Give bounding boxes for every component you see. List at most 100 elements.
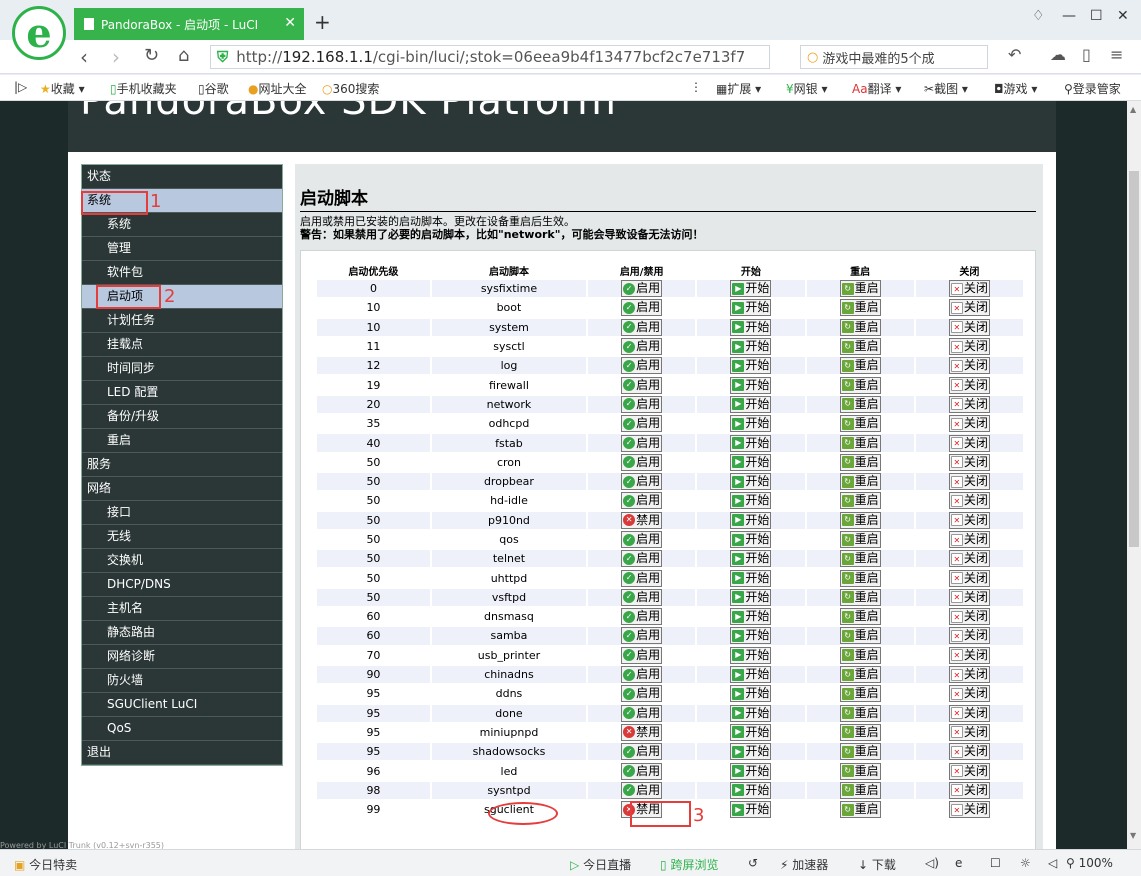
status-zoom[interactable]: ⚲ 100% [1066,856,1113,870]
restart-button[interactable]: ↻ 重启 [839,781,881,799]
start-button[interactable]: ▶ 开始 [730,781,772,799]
start-button[interactable]: ▶ 开始 [730,511,772,529]
start-button[interactable]: ▶ 开始 [730,550,772,568]
restart-button[interactable]: ↻ 重启 [839,704,881,722]
ext-bank[interactable]: ¥网银 ▾ [786,80,828,97]
stop-button[interactable]: ✕ 关闭 [948,723,990,741]
enable-button[interactable]: ✓ 启用 [621,704,663,722]
sidebar-item-19[interactable]: 静态路由 [82,621,282,645]
start-button[interactable]: ▶ 开始 [730,357,772,375]
enable-button[interactable]: ✓ 启用 [621,588,663,606]
restart-button[interactable]: ↻ 重启 [839,511,881,529]
restart-button[interactable]: ↻ 重启 [839,762,881,780]
restart-button[interactable]: ↻ 重启 [839,666,881,684]
bookmark-360search[interactable]: ○360搜索 [322,80,379,97]
cloud-icon[interactable]: ☁ [1050,45,1066,64]
sidebar-item-24[interactable]: 退出 [82,741,282,765]
restart-button[interactable]: ↻ 重启 [839,685,881,703]
stop-button[interactable]: ✕ 关闭 [948,376,990,394]
start-button[interactable]: ▶ 开始 [730,492,772,510]
enable-button[interactable]: ✓ 启用 [621,473,663,491]
restart-button[interactable]: ↻ 重启 [839,299,881,317]
stop-button[interactable]: ✕ 关闭 [948,781,990,799]
sidebar-item-3[interactable]: 管理 [82,237,282,261]
enable-button[interactable]: ✓ 启用 [621,666,663,684]
start-button[interactable]: ▶ 开始 [730,338,772,356]
stop-button[interactable]: ✕ 关闭 [948,685,990,703]
sidebar-item-2[interactable]: 系统 [82,213,282,237]
enable-button[interactable]: ✓ 启用 [621,743,663,761]
restart-button[interactable]: ↻ 重启 [839,492,881,510]
start-button[interactable]: ▶ 开始 [730,473,772,491]
enable-button[interactable]: ✓ 启用 [621,781,663,799]
status-mute-icon[interactable]: ◁ [1048,856,1057,870]
restart-button[interactable]: ↻ 重启 [839,569,881,587]
sidebar-item-10[interactable]: 备份/升级 [82,405,282,429]
start-button[interactable]: ▶ 开始 [730,743,772,761]
enable-button[interactable]: ✓ 启用 [621,685,663,703]
start-button[interactable]: ▶ 开始 [730,569,772,587]
ext-login[interactable]: ⚲登录管家 [1064,80,1121,97]
ext-translate[interactable]: Aa翻译 ▾ [852,80,901,97]
refresh-icon[interactable]: ↻ [144,45,159,66]
start-button[interactable]: ▶ 开始 [730,434,772,452]
stop-button[interactable]: ✕ 关闭 [948,492,990,510]
today-deals[interactable]: ▣ 今日特卖 [14,856,77,873]
restart-button[interactable]: ↻ 重启 [839,318,881,336]
stop-button[interactable]: ✕ 关闭 [948,762,990,780]
enable-button[interactable]: ✓ 启用 [621,531,663,548]
start-button[interactable]: ▶ 开始 [730,608,772,626]
status-history-icon[interactable]: ↺ [748,856,758,870]
restart-button[interactable]: ↻ 重启 [839,627,881,645]
stop-button[interactable]: ✕ 关闭 [948,357,990,375]
start-button[interactable]: ▶ 开始 [730,299,772,317]
stop-button[interactable]: ✕ 关闭 [948,704,990,722]
bookmark-google[interactable]: ▯谷歌 [198,80,229,97]
sidebar-item-15[interactable]: 无线 [82,525,282,549]
sidebar-item-20[interactable]: 网络诊断 [82,645,282,669]
start-button[interactable]: ▶ 开始 [730,376,772,394]
stop-button[interactable]: ✕ 关闭 [948,395,990,413]
enable-button[interactable]: ✓ 启用 [621,357,663,375]
stop-button[interactable]: ✕ 关闭 [948,338,990,356]
enable-button[interactable]: ✓ 启用 [621,280,663,298]
restart-button[interactable]: ↻ 重启 [839,357,881,375]
status-crossscreen[interactable]: ▯ 跨屏浏览 [660,856,718,873]
restart-button[interactable]: ↻ 重启 [839,376,881,394]
bookmark-favorites[interactable]: ★收藏 ▾ [40,80,85,97]
stop-button[interactable]: ✕ 关闭 [948,801,990,819]
restart-button[interactable]: ↻ 重启 [839,434,881,452]
menu-icon[interactable]: ≡ [1110,45,1123,64]
status-ie-icon[interactable]: e [955,856,962,870]
sidebar-item-17[interactable]: DHCP/DNS [82,573,282,597]
enable-button[interactable]: ✓ 启用 [621,338,663,356]
enable-button[interactable]: ✓ 启用 [621,395,663,413]
restart-button[interactable]: ↻ 重启 [839,531,881,548]
restart-button[interactable]: ↻ 重启 [839,395,881,413]
enable-button[interactable]: ✓ 启用 [621,376,663,394]
start-button[interactable]: ▶ 开始 [730,723,772,741]
start-button[interactable]: ▶ 开始 [730,280,772,298]
sidebar-item-11[interactable]: 重启 [82,429,282,453]
restart-button[interactable]: ↻ 重启 [839,801,881,819]
stop-button[interactable]: ✕ 关闭 [948,550,990,568]
vertical-scrollbar[interactable]: ▲ ▼ [1127,101,1141,849]
bookmark-sites[interactable]: ●网址大全 [248,80,307,97]
disable-button[interactable]: ✕ 禁用 [621,511,663,529]
sidebar-item-6[interactable]: 计划任务 [82,309,282,333]
start-button[interactable]: ▶ 开始 [730,531,772,548]
scroll-down-icon[interactable]: ▼ [1130,831,1136,840]
status-window-icon[interactable]: ☐ [990,856,1001,870]
scroll-up-icon[interactable]: ▲ [1130,105,1136,114]
bookmark-mobile[interactable]: ▯手机收藏夹 [110,80,177,97]
stop-button[interactable]: ✕ 关闭 [948,608,990,626]
ext-extensions[interactable]: ▦扩展 ▾ [716,80,761,97]
start-button[interactable]: ▶ 开始 [730,646,772,664]
enable-button[interactable]: ✓ 启用 [621,415,663,433]
start-button[interactable]: ▶ 开始 [730,395,772,413]
restart-button[interactable]: ↻ 重启 [839,588,881,606]
close-window-icon[interactable]: ✕ [1117,8,1129,24]
restart-button[interactable]: ↻ 重启 [839,280,881,298]
stop-button[interactable]: ✕ 关闭 [948,531,990,548]
stop-button[interactable]: ✕ 关闭 [948,627,990,645]
